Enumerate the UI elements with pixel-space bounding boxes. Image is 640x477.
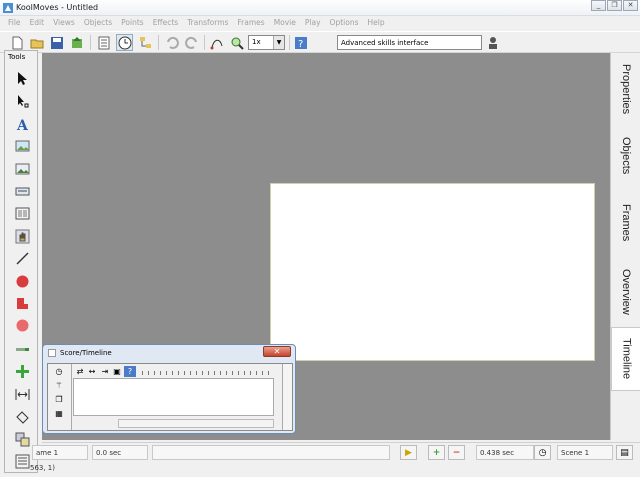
horizontal-scrollbar[interactable] [118, 419, 274, 428]
menu-effects[interactable]: Effects [149, 16, 184, 30]
menu-options[interactable]: Options [326, 16, 364, 30]
scene-options-icon[interactable]: ▤ [616, 445, 633, 460]
zoom-select[interactable]: 1x ▼ [248, 35, 285, 50]
timeline-frames-area[interactable] [73, 378, 274, 416]
layers-tool-icon[interactable] [11, 429, 33, 449]
tools-panel: Tools A [4, 50, 38, 473]
svg-text:?: ? [298, 39, 303, 50]
menu-transforms[interactable]: Transforms [183, 16, 233, 30]
hand-tool-icon[interactable] [11, 226, 33, 246]
subselect-tool-icon[interactable] [11, 91, 33, 111]
frame-slider[interactable] [152, 445, 390, 460]
new-icon[interactable] [8, 34, 25, 51]
menu-frames[interactable]: Frames [233, 16, 269, 30]
bezier-icon[interactable] [208, 34, 225, 51]
menu-bar: File Edit Views Objects Points Effects T… [0, 16, 640, 30]
main-toolbar: 1x ▼ ? Advanced skills interface [0, 31, 640, 53]
zoom-icon[interactable] [228, 34, 245, 51]
tab-overview[interactable]: Overview [611, 261, 640, 323]
line-tool-icon[interactable] [11, 248, 33, 268]
tools-title: Tools [8, 53, 26, 61]
menu-points[interactable]: Points [117, 16, 149, 30]
insert-frame-icon[interactable]: ⇥ [99, 366, 111, 377]
timeline-close-button[interactable]: ✕ [263, 346, 291, 357]
image-edit-tool-icon[interactable] [11, 159, 33, 179]
menu-movie[interactable]: Movie [270, 16, 301, 30]
redo-icon[interactable] [183, 34, 200, 51]
timeline-layer-column: ◷ ⚚ ❐ ▦ [48, 364, 72, 430]
tree-icon[interactable] [137, 34, 154, 51]
fill-tool-icon[interactable] [11, 406, 33, 426]
circle-tool-icon[interactable] [11, 315, 33, 335]
frame-status-bar: ame 1 0.0 sec ▶ + − 0.438 sec ◷ Scene 1 … [32, 442, 640, 462]
save-icon[interactable] [48, 34, 65, 51]
frame-ruler[interactable] [142, 366, 274, 376]
minimize-button[interactable]: _ [591, 0, 606, 11]
menu-edit[interactable]: Edit [26, 16, 50, 30]
grid-icon[interactable]: ▦ [53, 408, 65, 419]
export-icon[interactable] [68, 34, 85, 51]
timeline-title-bar[interactable]: Score/Timeline ✕ [43, 345, 295, 361]
interface-mode-field[interactable]: Advanced skills interface [337, 35, 482, 50]
open-icon[interactable] [28, 34, 45, 51]
menu-file[interactable]: File [4, 16, 26, 30]
ellipse-tool-icon[interactable] [11, 271, 33, 291]
tab-frames[interactable]: Frames [611, 197, 640, 249]
transform-tool-icon[interactable] [11, 339, 33, 359]
clock-icon[interactable]: ◷ [534, 445, 551, 460]
copy-icon[interactable]: ❐ [53, 394, 65, 405]
tab-objects[interactable]: Objects [611, 127, 640, 185]
menu-play[interactable]: Play [301, 16, 326, 30]
layer-icon[interactable]: ▣ [111, 366, 123, 377]
timeline-title: Score/Timeline [60, 349, 112, 357]
maximize-button[interactable]: ❐ [607, 0, 622, 11]
menu-views[interactable]: Views [49, 16, 80, 30]
help-icon[interactable]: ? [124, 366, 136, 377]
scene-name: Scene 1 [557, 445, 613, 460]
right-panel-tabs: Properties Objects Frames Overview Timel… [610, 53, 640, 440]
user-icon[interactable] [484, 34, 501, 51]
clock-icon[interactable]: ◷ [53, 366, 65, 377]
score-timeline-window: Score/Timeline ✕ ◷ ⚚ ❐ ▦ ⇄ ↔ ⇥ ▣ ? [42, 344, 296, 434]
window-title: KoolMoves - Untitled [16, 3, 99, 12]
svg-text:A: A [16, 118, 29, 132]
undo-icon[interactable] [163, 34, 180, 51]
properties-icon[interactable] [95, 34, 112, 51]
help-icon[interactable]: ? [292, 34, 309, 51]
arrow-tool-icon[interactable] [11, 68, 33, 88]
cursor-coordinates: 563, 1) [30, 464, 55, 472]
add-point-tool-icon[interactable] [11, 361, 33, 381]
remove-frame-icon[interactable]: − [448, 445, 465, 460]
menu-help[interactable]: Help [364, 16, 390, 30]
shape-tool-icon[interactable] [11, 293, 33, 313]
button-tool-icon[interactable] [11, 181, 33, 201]
tab-properties[interactable]: Properties [611, 57, 640, 121]
time-end: 0.438 sec [476, 445, 534, 460]
timer-icon[interactable] [116, 34, 133, 51]
chevron-down-icon[interactable]: ▼ [273, 36, 284, 49]
text-tool-icon[interactable]: A [11, 114, 33, 134]
timeline-body: ◷ ⚚ ❐ ▦ ⇄ ↔ ⇥ ▣ ? [47, 363, 293, 431]
menu-objects[interactable]: Objects [80, 16, 117, 30]
wand-icon[interactable]: ⚚ [53, 380, 65, 391]
move-left-right-icon[interactable]: ⇄ [74, 366, 86, 377]
tab-timeline[interactable]: Timeline [611, 327, 640, 391]
title-bar: KoolMoves - Untitled _ ❐ ✕ [0, 0, 640, 16]
app-icon [3, 3, 13, 13]
window-icon [48, 349, 56, 357]
stretch-icon[interactable]: ↔ [86, 366, 98, 377]
resize-tool-icon[interactable] [11, 384, 33, 404]
vertical-scrollbar[interactable] [282, 364, 292, 430]
component-tool-icon[interactable] [11, 203, 33, 223]
close-button[interactable]: ✕ [623, 0, 638, 11]
time-start: 0.0 sec [92, 445, 148, 460]
image-tool-icon[interactable] [11, 136, 33, 156]
movie-canvas[interactable] [270, 183, 595, 361]
add-frame-icon[interactable]: + [428, 445, 445, 460]
frame-label: ame 1 [32, 445, 88, 460]
play-icon[interactable]: ▶ [400, 445, 417, 460]
